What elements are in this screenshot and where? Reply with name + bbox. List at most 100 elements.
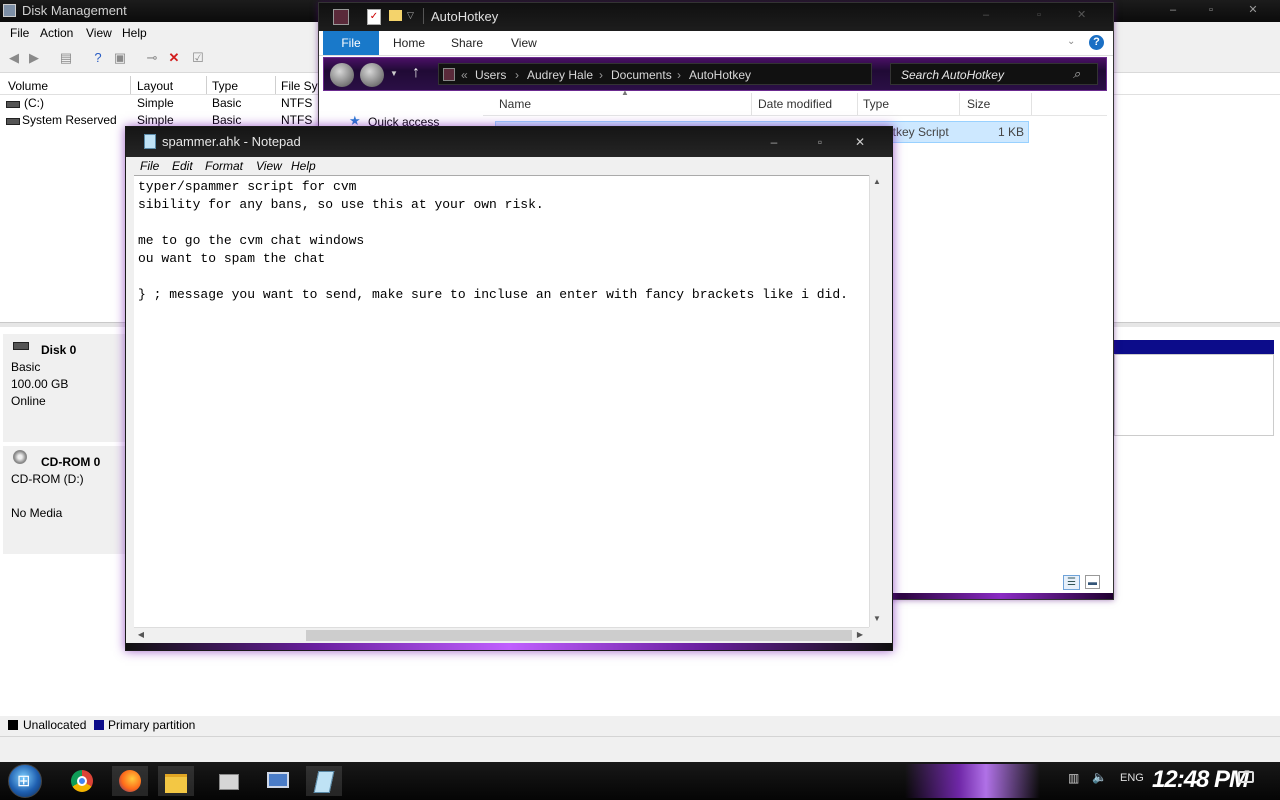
notepad-menu-bar: File Edit Format View Help [134,157,884,175]
minimize-button[interactable]: – [983,9,989,21]
column-divider[interactable] [1031,93,1032,115]
horizontal-scrollbar[interactable]: ◀ ▶ [134,627,869,642]
menu-edit[interactable]: Edit [172,159,193,173]
column-divider[interactable] [130,76,131,94]
column-name[interactable]: Name [499,97,531,111]
column-size[interactable]: Size [967,97,990,111]
connect-icon[interactable]: ⊸ [144,50,160,66]
vertical-scrollbar[interactable]: ▲ ▼ [869,175,884,627]
file-explorer-icon[interactable] [158,766,194,796]
delete-icon[interactable]: ✕ [166,50,182,66]
forward-icon[interactable]: ▶ [26,50,42,66]
scroll-down-arrow-icon[interactable]: ▼ [870,612,884,626]
column-volume[interactable]: Volume [8,79,48,93]
clock[interactable]: 12:48 PM [1152,766,1249,794]
tab-home[interactable]: Home [393,36,425,50]
chrome-icon[interactable] [66,766,98,796]
volume-row[interactable]: (C:) Simple Basic NTFS [0,96,320,112]
properties-icon[interactable]: ▣ [112,50,128,66]
close-button[interactable]: ✕ [1240,3,1266,17]
language-indicator[interactable]: ENG [1120,772,1144,784]
horizontal-scroll-thumb[interactable] [306,630,852,641]
partition-block[interactable] [1114,354,1274,436]
cdrom-0-label[interactable]: CD-ROM 0 CD-ROM (D:) No Media [3,446,125,555]
editor-text[interactable]: typer/spammer script for cvm sibility fo… [138,178,848,304]
column-layout[interactable]: Layout [137,79,173,93]
column-divider[interactable] [206,76,207,94]
column-divider[interactable] [275,76,276,94]
column-type[interactable]: Type [863,97,889,111]
firefox-icon[interactable] [112,766,148,796]
menu-action[interactable]: Action [40,26,73,40]
network-icon[interactable]: ▥ [1068,771,1079,785]
text-editor-area[interactable]: typer/spammer script for cvm sibility fo… [134,175,869,628]
breadcrumb-separator: › [599,68,603,82]
tab-share[interactable]: Share [451,36,483,50]
menu-file[interactable]: File [10,26,29,40]
minimize-button[interactable]: – [1160,3,1186,17]
menu-help[interactable]: Help [122,26,147,40]
breadcrumb-autohotkey[interactable]: AutoHotkey [689,68,751,82]
action-center-icon[interactable] [1238,771,1256,787]
disk-0-label[interactable]: Disk 0 Basic 100.00 GB Online [3,334,125,443]
help-icon[interactable]: ? [90,50,106,66]
column-date-modified[interactable]: Date modified [758,97,832,111]
chevron-down-icon[interactable]: ▽ [407,10,414,21]
notepad-icon[interactable] [306,766,342,796]
back-icon[interactable]: ◀ [6,50,22,66]
details-view-icon[interactable]: ☰ [1063,575,1080,590]
scroll-left-arrow-icon[interactable]: ◀ [134,628,148,642]
column-divider[interactable] [857,93,858,115]
back-button[interactable] [330,63,354,87]
expand-ribbon-icon[interactable]: ⌄ [1067,36,1075,47]
menu-file[interactable]: File [140,159,159,173]
scroll-right-arrow-icon[interactable]: ▶ [853,628,867,642]
scroll-up-arrow-icon[interactable]: ▲ [870,175,884,189]
menu-view[interactable]: View [256,159,282,173]
recent-locations-icon[interactable]: ▼ [390,69,398,78]
volume-layout: Simple [137,96,174,110]
computer-management-icon[interactable] [262,766,294,796]
explorer-titlebar[interactable]: ✓ ▽ AutoHotkey – ▫ ✕ [319,3,1113,31]
search-placeholder: Search AutoHotkey [901,68,1004,82]
window-title: Disk Management [22,3,127,18]
maximize-button[interactable]: ▫ [1037,9,1041,21]
disk-status: Online [11,394,46,408]
address-box[interactable]: « Users › Audrey Hale › Documents › Auto… [438,63,872,85]
breadcrumb-separator: « [461,68,468,82]
disk-management-app-icon [3,4,16,17]
close-button[interactable]: ✕ [1077,8,1086,21]
maximize-button[interactable]: ▫ [1198,3,1224,17]
partition-header-bar [1114,340,1274,354]
volume-fs: NTFS [281,113,313,127]
search-icon[interactable]: ⌕ [1073,66,1080,82]
breadcrumb-audrey-hale[interactable]: Audrey Hale [527,68,593,82]
forward-button[interactable] [360,63,384,87]
new-folder-icon[interactable] [389,10,402,21]
tab-file[interactable]: File [323,31,379,55]
properties-icon[interactable]: ✓ [367,9,381,25]
notepad-titlebar[interactable]: spammer.ahk - Notepad – ▫ ✕ [126,127,892,157]
installer-icon[interactable] [212,766,244,796]
column-type[interactable]: Type [212,79,238,93]
column-divider[interactable] [959,93,960,115]
minimize-button[interactable]: – [760,135,788,149]
menu-format[interactable]: Format [205,159,243,173]
large-icons-view-icon[interactable]: ▬ [1085,575,1100,589]
close-button[interactable]: ✕ [846,135,874,149]
check-icon[interactable]: ☑ [190,50,206,66]
maximize-button[interactable]: ▫ [806,135,834,149]
menu-view[interactable]: View [86,26,112,40]
up-arrow-icon[interactable]: ↑ [412,64,420,82]
tab-view[interactable]: View [511,36,537,50]
breadcrumb-documents[interactable]: Documents [611,68,672,82]
search-input[interactable]: Search AutoHotkey ⌕ [890,63,1098,85]
show-hide-tree-icon[interactable]: ▤ [58,50,74,66]
column-divider[interactable] [751,93,752,115]
menu-help[interactable]: Help [291,159,316,173]
help-icon[interactable]: ? [1089,35,1104,50]
volume-icon[interactable]: 🔈 [1092,770,1107,784]
taskbar-glow [905,764,1040,798]
start-button[interactable]: ⊞ [8,764,42,798]
breadcrumb-users[interactable]: Users [475,68,506,82]
